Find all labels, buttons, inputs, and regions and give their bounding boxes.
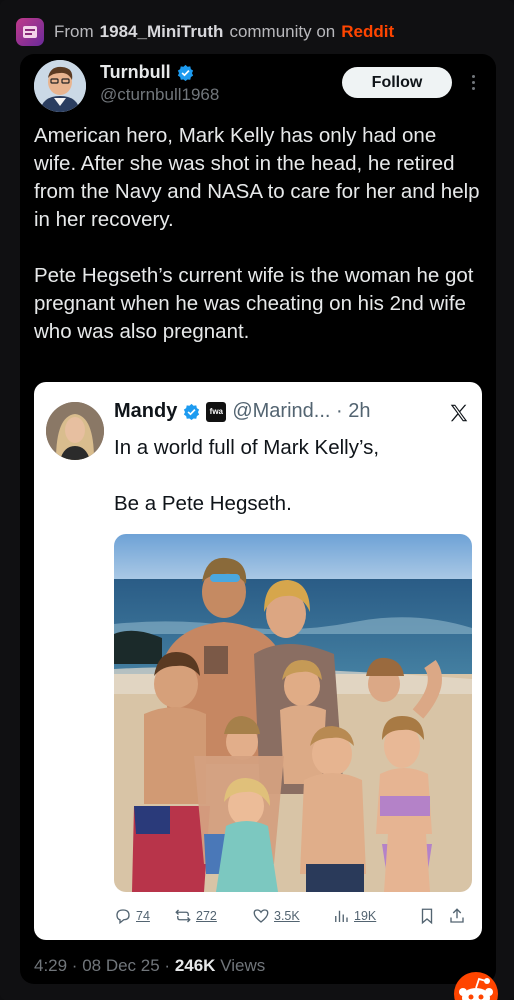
bookmark-action[interactable] xyxy=(418,907,448,925)
quote-text: In a world full of Mark Kelly’s, Be a Pe… xyxy=(114,434,464,546)
source-prefix: From xyxy=(54,22,94,41)
subreddit-icon xyxy=(16,18,44,46)
beach-family-photo[interactable] xyxy=(114,534,472,892)
like-count: 3.5K xyxy=(274,909,300,923)
tweet-card: Turnbull @cturnbull1968 Follow American … xyxy=(20,54,498,1000)
quote-author-handle[interactable]: @Marind... · 2h xyxy=(232,400,370,423)
author-avatar[interactable] xyxy=(34,60,86,112)
like-action[interactable]: 3.5K xyxy=(252,907,332,925)
views-count: 19K xyxy=(354,909,377,923)
repost-count: 272 xyxy=(196,909,217,923)
tweet-author: Turnbull @cturnbull1968 xyxy=(34,60,219,112)
x-logo-icon[interactable] xyxy=(448,402,470,424)
views-total: 246K xyxy=(174,956,216,975)
community-name[interactable]: 1984_MiniTruth xyxy=(100,22,224,42)
quote-line: In a world full of Mark Kelly’s, xyxy=(114,436,380,459)
follow-button[interactable]: Follow xyxy=(342,67,452,98)
bookmark-icon xyxy=(421,908,433,925)
like-icon xyxy=(253,909,269,923)
share-action[interactable] xyxy=(448,907,472,925)
verified-icon xyxy=(177,64,193,81)
quoted-tweet[interactable]: Mandy fwa @Marind... · 2h In a world ful… xyxy=(34,382,482,940)
verified-icon xyxy=(184,403,200,420)
org-badge: fwa xyxy=(206,401,227,422)
reddit-share-frame: From 1984_MiniTruth community on Reddit … xyxy=(0,0,514,1000)
share-icon xyxy=(450,908,464,923)
author-handle[interactable]: @cturnbull1968 xyxy=(100,85,219,105)
more-icon[interactable] xyxy=(468,68,478,96)
source-middle: community on xyxy=(229,22,336,41)
views-icon xyxy=(335,910,348,922)
tweet-paragraph: Pete Hegseth’s current wife is the woman… xyxy=(34,264,474,343)
repost-action[interactable]: 272 xyxy=(174,907,252,925)
tweet-paragraph: American hero, Mark Kelly has only had o… xyxy=(34,124,480,231)
repost-icon xyxy=(175,909,191,923)
reddit-snoo-icon xyxy=(454,972,498,1000)
post-time: 4:29 · 08 Dec 25 · xyxy=(34,956,171,975)
quote-action-bar: 74 272 3.5K 19K xyxy=(114,904,474,928)
reply-action[interactable]: 74 xyxy=(114,907,174,925)
tweet-text: American hero, Mark Kelly has only had o… xyxy=(34,122,484,374)
quote-author-avatar[interactable] xyxy=(46,402,104,460)
quote-author-name[interactable]: Mandy xyxy=(114,400,177,423)
quote-line: Be a Pete Hegseth. xyxy=(114,492,292,515)
author-name[interactable]: Turnbull xyxy=(100,62,171,83)
post-meta: 4:29 · 08 Dec 25 · 246K Views xyxy=(34,956,265,976)
views-action[interactable]: 19K xyxy=(332,907,418,925)
views-label: Views xyxy=(220,956,266,975)
platform-name[interactable]: Reddit xyxy=(341,22,394,42)
reply-count: 74 xyxy=(136,909,150,923)
source-bar: From 1984_MiniTruth community on Reddit xyxy=(16,14,394,50)
reply-icon xyxy=(116,909,130,925)
